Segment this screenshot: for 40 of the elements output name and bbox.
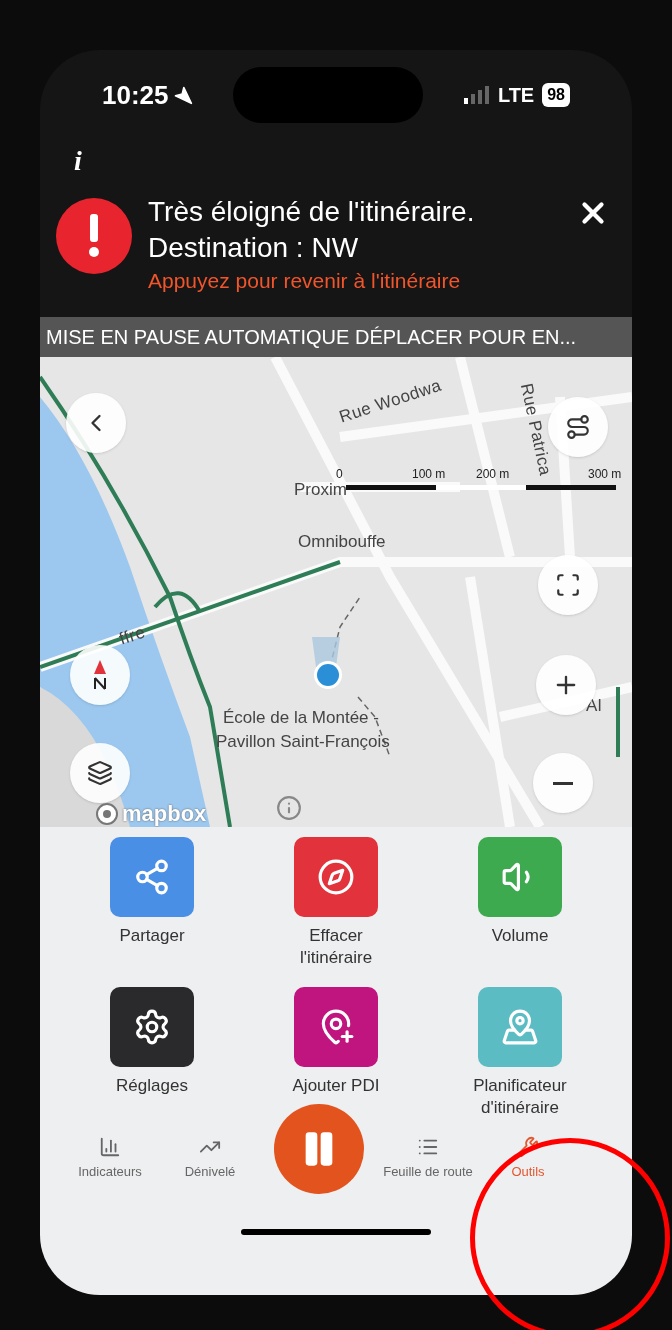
place-label: École de la Montée - bbox=[223, 707, 379, 729]
compass-icon bbox=[317, 858, 355, 896]
nav-tab[interactable]: Dénivelé bbox=[160, 1136, 260, 1182]
gear-icon bbox=[133, 1008, 171, 1046]
scale-label: 200 m bbox=[476, 466, 510, 483]
location-arrow-icon bbox=[172, 85, 193, 105]
action-button[interactable]: Planificateur d'itinéraire bbox=[455, 987, 585, 1119]
alert-title: Destination : NW bbox=[148, 231, 360, 265]
alert-title: Très éloigné de l'itinéraire. bbox=[148, 195, 476, 229]
place-label: Omnibouffe bbox=[298, 531, 386, 553]
route-icon bbox=[565, 414, 591, 440]
network-label: LTE bbox=[497, 83, 535, 108]
bar-chart-icon bbox=[99, 1136, 121, 1159]
north-arrow-icon bbox=[92, 660, 108, 690]
scale-label: 100 m bbox=[412, 466, 446, 483]
auto-pause-banner: MISE EN PAUSE AUTOMATIQUE DÉPLACER POUR EN... bbox=[40, 317, 632, 357]
street-label: Rue Woodwa bbox=[336, 374, 445, 429]
info-icon[interactable] bbox=[276, 795, 302, 821]
info-icon[interactable]: i bbox=[74, 147, 82, 175]
action-button[interactable]: Réglages bbox=[87, 987, 217, 1097]
scale-label: 300 m bbox=[588, 466, 622, 483]
action-button[interactable]: Effacer l'itinéraire bbox=[271, 837, 401, 969]
map-pin-icon bbox=[501, 1008, 539, 1046]
street-label: ffre bbox=[116, 621, 149, 651]
action-button[interactable]: Volume bbox=[455, 837, 585, 947]
alert-action-link[interactable]: Appuyez pour revenir à l'itinéraire bbox=[148, 266, 560, 296]
fullscreen-icon bbox=[555, 572, 581, 598]
battery-level: 98 bbox=[542, 83, 570, 107]
action-button[interactable]: Partager bbox=[87, 837, 217, 947]
street-label: Al bbox=[586, 695, 602, 717]
street-label: Rue Patrica bbox=[515, 381, 556, 478]
action-button[interactable]: Ajouter PDI bbox=[271, 987, 401, 1097]
nav-tab[interactable]: Indicateurs bbox=[60, 1136, 160, 1182]
place-label: Pavillon Saint-François bbox=[216, 731, 390, 753]
share-icon bbox=[133, 858, 171, 896]
signal-icon bbox=[463, 86, 490, 104]
status-time: 10:25 bbox=[102, 78, 169, 112]
minus-icon bbox=[553, 781, 573, 785]
layers-icon bbox=[87, 760, 113, 786]
nav-tab[interactable]: Feuille de route bbox=[378, 1136, 478, 1182]
